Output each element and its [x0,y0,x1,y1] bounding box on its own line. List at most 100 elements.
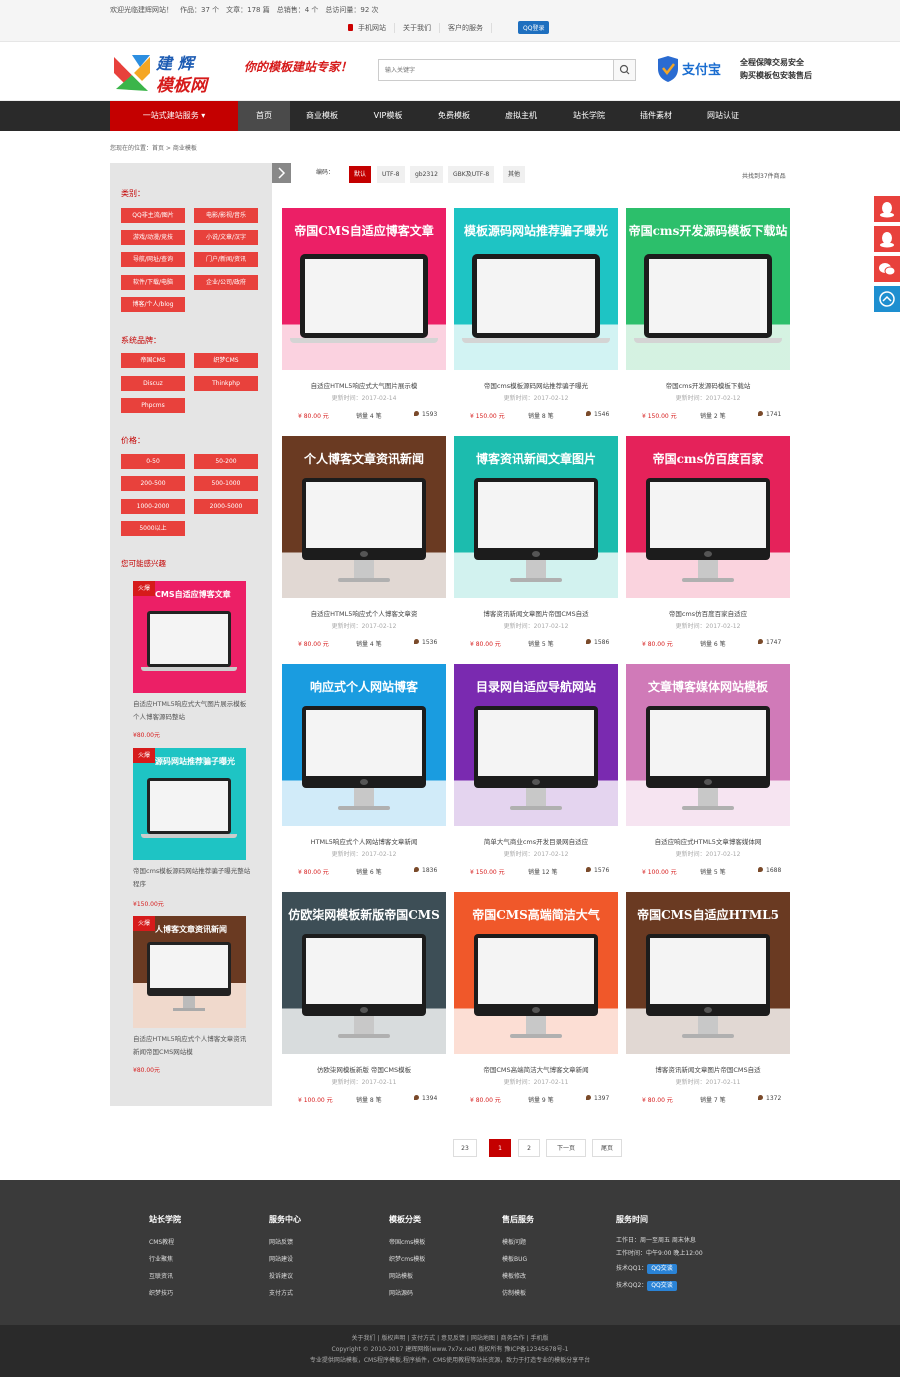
search-button[interactable] [613,60,635,80]
bottom-links[interactable]: 关于我们 | 版权声明 | 支付方式 | 意见反馈 | 网站地图 | 商务合作 … [0,1325,900,1344]
product-title[interactable]: 帝国cms开发源码模板下载站 [626,380,790,390]
footer-link[interactable]: 网站源码 [389,1285,425,1302]
product-card[interactable]: 个人博客文章资讯新闻 自适应HTML5响应式个人博客文章资 更新时间：2017-02… [282,436,446,654]
category-tag[interactable]: 博客/个人/blog [121,297,185,312]
product-card[interactable]: 帝国cms仿百度百家 帝国cms仿百度百家自适应 更新时间：2017-02-12 ¥ … [626,436,790,654]
last-page-button[interactable]: 尾页 [592,1139,622,1157]
qq-chat-button[interactable]: QQ交谈 [647,1264,677,1274]
next-page-button[interactable]: 下一页 [546,1139,586,1157]
footer-link[interactable]: 织梦技巧 [149,1285,181,1302]
float-qq-button-2[interactable] [874,226,900,252]
category-tag[interactable]: 软件/下载/电脑 [121,275,185,290]
product-card[interactable]: 帝国cms开发源码模板下载站 帝国cms开发源码模板下载站 更新时间：2017-02… [626,208,790,426]
footer-link[interactable]: 模板修改 [502,1268,534,1285]
price-tag[interactable]: 0-50 [121,454,185,469]
product-card[interactable]: 目录网自适应导航网站 简单大气商业cms开发目录网自适应 更新时间：2017-02-… [454,664,618,882]
product-card[interactable]: 帝国CMS高端简洁大气 帝国CMS高端简洁大气博客文章新闻 更新时间：2017-02… [454,892,618,1110]
category-tag[interactable]: 小说/文章/汉字 [194,230,258,245]
recommend-title[interactable]: 自适应HTML5响应式大气图片展示模板个人博客源码整站 [133,698,251,724]
product-card[interactable]: 帝国CMS自适应HTML5 博客资讯新闻文章图片帝国CMS自适 更新时间：2017-… [626,892,790,1110]
back-to-top-button[interactable] [874,286,900,312]
qq-chat-button[interactable]: QQ交谈 [647,1281,677,1291]
product-title[interactable]: 帝国cms模板源码网站推荐骗子曝光 [454,380,618,390]
product-title[interactable]: 帝国cms仿百度百家自适应 [626,608,790,618]
product-banner: 响应式个人网站博客 [282,664,446,826]
nav-commercial[interactable]: 商业模板 [290,101,354,131]
product-title[interactable]: 博客资讯新闻文章图片帝国CMS自适 [626,1064,790,1074]
nav-academy[interactable]: 站长学院 [556,101,622,131]
product-title[interactable]: 博客资讯新闻文章图片帝国CMS自适 [454,608,618,618]
product-title[interactable]: 自适应HTML5响应式大气图片展示模 [282,380,446,390]
all-services-menu[interactable]: 一站式建站服务 ▾ [110,101,238,131]
price-tag[interactable]: 50-200 [194,454,258,469]
product-card[interactable]: 响应式个人网站博客 HTML5响应式个人网站博客文章新闻 更新时间：2017-02-… [282,664,446,882]
hot-badge: 火爆 [133,916,155,931]
system-tag[interactable]: Phpcms [121,398,185,413]
product-title[interactable]: HTML5响应式个人网站博客文章新闻 [282,836,446,846]
nav-certify[interactable]: 网站认证 [690,101,756,131]
system-tag[interactable]: 织梦CMS [194,353,258,368]
nav-vip[interactable]: VIP模板 [354,101,422,131]
footer-link[interactable]: 支付方式 [269,1285,301,1302]
page-2[interactable]: 2 [518,1139,540,1157]
footer-link[interactable]: CMS教程 [149,1234,181,1251]
system-tag[interactable]: Thinkphp [194,376,258,391]
filter-other[interactable]: 其他 [503,166,526,183]
category-tag[interactable]: 电影/影视/音乐 [194,208,258,223]
price-tag[interactable]: 200-500 [121,476,185,491]
recommend-title[interactable]: 帝国cms模板源码网站推荐骗子曝光整站程序 [133,865,251,891]
category-tag[interactable]: QQ非主流/图片 [121,208,185,223]
category-tag[interactable]: 企业/公司/政府 [194,275,258,290]
site-logo[interactable]: 建 辉 模板网 [110,49,232,97]
filter-utf8[interactable]: UTF-8 [377,166,405,183]
footer-link[interactable]: 网站模板 [389,1268,425,1285]
top-link-about[interactable]: 关于我们 [395,23,440,33]
recommend-banner: 人博客文章资讯新闻 [155,925,227,934]
product-title[interactable]: 简单大气商业cms开发目录网自适应 [454,836,618,846]
footer-link[interactable]: 模板BUG [502,1251,534,1268]
nav-plugins[interactable]: 插件素材 [622,101,690,131]
filter-default[interactable]: 默认 [349,166,372,183]
page-current[interactable]: 1 [489,1139,511,1157]
sidebar-toggle-arrow[interactable] [272,163,291,183]
product-title[interactable]: 仿欧柒网模板新版 帝国CMS模板 [282,1064,446,1074]
system-tag[interactable]: 帝国CMS [121,353,185,368]
category-tag[interactable]: 导航/网址/查询 [121,252,185,267]
filter-gbk-utf8[interactable]: GBK及UTF-8 [448,166,495,183]
qq-login-button[interactable]: QQ登录 [518,21,550,34]
price-tag[interactable]: 5000以上 [121,521,185,536]
nav-hosting[interactable]: 虚拟主机 [486,101,556,131]
product-card[interactable]: 仿欧柒网模板新版帝国CMS 仿欧柒网模板新版 帝国CMS模板 更新时间：2017-0… [282,892,446,1110]
float-wechat-button[interactable] [874,256,900,282]
category-tag[interactable]: 门户/新闻/资讯 [194,252,258,267]
top-link-mobile[interactable]: 手机网站 [348,23,395,33]
nav-free[interactable]: 免费模板 [422,101,486,131]
price-tag[interactable]: 2000-5000 [194,499,258,514]
footer-link[interactable]: 网站反馈 [269,1234,301,1251]
nav-home[interactable]: 首页 [238,101,290,131]
float-qq-button[interactable] [874,196,900,222]
search-input[interactable] [379,60,613,80]
footer-link[interactable]: 行业聚焦 [149,1251,181,1268]
filter-gb2312[interactable]: gb2312 [410,166,443,183]
product-card[interactable]: 文章博客媒体网站模板 自适应响应式HTML5文章博客媒体网 更新时间：2017-02… [626,664,790,882]
top-link-service[interactable]: 客户的服务 [440,23,492,33]
footer-link[interactable]: 织梦cms模板 [389,1251,425,1268]
product-title[interactable]: 自适应HTML5响应式个人博客文章资 [282,608,446,618]
footer-link[interactable]: 网站建设 [269,1251,301,1268]
footer-link[interactable]: 投诉建议 [269,1268,301,1285]
product-title[interactable]: 自适应响应式HTML5文章博客媒体网 [626,836,790,846]
price-tag[interactable]: 1000-2000 [121,499,185,514]
product-title[interactable]: 帝国CMS高端简洁大气博客文章新闻 [454,1064,618,1074]
product-card[interactable]: 帝国CMS自适应博客文章 自适应HTML5响应式大气图片展示模 更新时间：2017-… [282,208,446,426]
recommend-title[interactable]: 自适应HTML5响应式个人博客文章资讯新闻帝国CMS网站模 [133,1033,251,1059]
footer-link[interactable]: 仿制模板 [502,1285,534,1302]
price-tag[interactable]: 500-1000 [194,476,258,491]
footer-link[interactable]: 互联资讯 [149,1268,181,1285]
footer-link[interactable]: 帝国cms模板 [389,1234,425,1251]
footer-link[interactable]: 模板问题 [502,1234,534,1251]
product-card[interactable]: 模板源码网站推荐骗子曝光 帝国cms模板源码网站推荐骗子曝光 更新时间：2017-0… [454,208,618,426]
system-tag[interactable]: Discuz [121,376,185,391]
product-card[interactable]: 博客资讯新闻文章图片 博客资讯新闻文章图片帝国CMS自适 更新时间：2017-02-… [454,436,618,654]
category-tag[interactable]: 游戏/动漫/竞技 [121,230,185,245]
